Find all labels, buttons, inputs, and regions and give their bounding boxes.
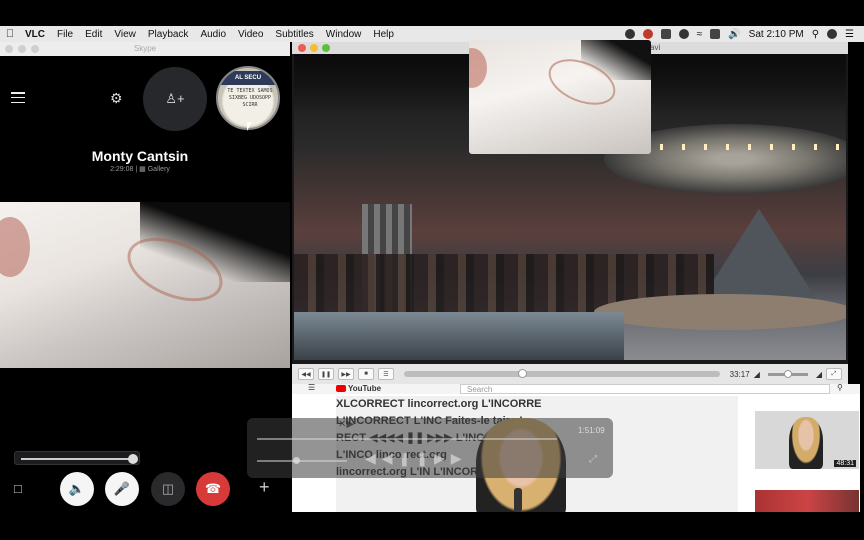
zoom-button[interactable] xyxy=(322,44,330,52)
minimize-button[interactable] xyxy=(18,45,26,53)
clock[interactable]: Sat 2:10 PM xyxy=(749,29,804,40)
pause-button[interactable]: ❚❚ xyxy=(318,368,334,380)
remote-video-feed xyxy=(0,202,290,368)
call-info-separator: | xyxy=(135,166,138,173)
youtube-header: ☰ YouTube Search ⚲ xyxy=(292,384,860,394)
menu-audio[interactable]: Audio xyxy=(195,29,233,40)
video-off-icon: ◫ xyxy=(161,481,175,496)
youtube-logo[interactable]: YouTube xyxy=(336,384,381,393)
hamburger-menu-icon[interactable]: ☰ xyxy=(308,384,315,392)
window-controls xyxy=(5,45,39,53)
gallery-icon: ▦ xyxy=(139,166,146,173)
playlist-button[interactable]: ☰ xyxy=(378,368,394,380)
status-area: ≈ 🔊 Sat 2:10 PM ⚲ ☰ xyxy=(624,29,864,40)
vlc-volume-knob[interactable] xyxy=(783,369,792,378)
apple-icon[interactable]:  xyxy=(0,28,20,40)
vlc-volume-slider[interactable] xyxy=(767,369,808,378)
toggle-video-button[interactable]: ◫ xyxy=(151,472,185,506)
skype-status-icon[interactable] xyxy=(624,29,635,39)
hang-up-icon: ☎ xyxy=(204,481,222,496)
seek-knob[interactable] xyxy=(517,369,527,378)
gear-icon[interactable]: ⚙ xyxy=(110,90,123,107)
close-button[interactable] xyxy=(5,45,13,53)
overlay-volume-knob[interactable] xyxy=(293,457,300,464)
seek-bar[interactable] xyxy=(404,369,720,378)
menu-video[interactable]: Video xyxy=(233,29,270,40)
menu-window[interactable]: Window xyxy=(321,29,369,40)
time-remaining[interactable]: 33:17 xyxy=(730,370,750,379)
thumbnail-person xyxy=(789,417,823,469)
overlay-time: 1:51:09 xyxy=(578,426,605,435)
microphone-icon: 🎤 xyxy=(113,481,131,496)
volume-icon[interactable]: 🔊 xyxy=(728,29,740,40)
avatar-band-text: AL SECU xyxy=(218,71,278,85)
fullscreen-button[interactable]: ⤢ xyxy=(826,368,842,380)
call-duration: 2:29:08 xyxy=(110,166,134,173)
avatar-stamp-text: TE TEXTEX SAMOS SIXBEG UDOSOPP SCIRR xyxy=(227,88,273,108)
search-icon[interactable]: ⚲ xyxy=(837,384,843,392)
vlc-window-title: avi xyxy=(650,43,661,52)
vlc-controls: ◀◀ ❚❚ ▶▶ ■ ☰ 33:17 ◢ ◢ ⤢ xyxy=(292,364,848,384)
chat-icon[interactable]: □ xyxy=(14,481,22,496)
camera-icon[interactable] xyxy=(678,29,689,39)
overlay-volume-bar[interactable] xyxy=(257,460,347,462)
search-input[interactable]: Search xyxy=(460,384,830,394)
call-info: 2:29:08 | ▦ Gallery xyxy=(0,165,280,173)
menu-edit[interactable]: Edit xyxy=(80,29,109,40)
skype-titlebar[interactable]: Skype xyxy=(0,42,290,56)
overlay-seek-bar[interactable] xyxy=(257,438,557,440)
vlc-cone-icon[interactable] xyxy=(660,29,671,39)
menu-playback[interactable]: Playback xyxy=(143,29,196,40)
volume-low-icon: ◢ xyxy=(753,369,760,379)
menu-file[interactable]: File xyxy=(52,29,80,40)
add-person-icon: ♙+ xyxy=(165,91,185,106)
gallery-mode[interactable]: Gallery xyxy=(148,166,170,173)
close-overlay-icon[interactable]: ✕▶ xyxy=(338,419,354,430)
menu-subtitles[interactable]: Subtitles xyxy=(270,29,320,40)
floating-playback-controller[interactable]: ✕▶ 1:51:09 ◀◀❚❚▶▶ ⤢ xyxy=(247,418,613,478)
suggested-video-thumbnail[interactable] xyxy=(755,490,859,512)
stop-button[interactable]: ■ xyxy=(358,368,374,380)
rewind-button[interactable]: ◀◀ xyxy=(298,368,314,380)
wifi-icon[interactable]: ≈ xyxy=(697,29,703,40)
microphone-prop xyxy=(514,488,522,512)
volume-high-icon: ◢ xyxy=(815,369,822,379)
close-button[interactable] xyxy=(298,44,306,52)
youtube-play-icon xyxy=(336,385,346,392)
self-view-video[interactable] xyxy=(469,40,651,154)
speaker-icon: 🔈 xyxy=(68,481,86,496)
speaker-button[interactable]: 🔈 xyxy=(60,472,94,506)
video-duration: 48:31 xyxy=(834,460,856,467)
end-call-button[interactable]: ☎ xyxy=(196,472,230,506)
menu-view[interactable]: View xyxy=(109,29,143,40)
volume-slider-knob[interactable] xyxy=(128,454,138,464)
minimize-button[interactable] xyxy=(310,44,318,52)
add-participant-button[interactable]: ♙+ xyxy=(143,67,207,131)
call-volume-slider[interactable] xyxy=(14,451,140,465)
suggested-video-thumbnail[interactable]: 48:31 xyxy=(755,411,859,469)
app-status-icon[interactable] xyxy=(642,29,653,39)
fast-forward-button[interactable]: ▶▶ xyxy=(338,368,354,380)
notification-center-icon[interactable]: ☰ xyxy=(845,29,854,40)
menu-app-name[interactable]: VLC xyxy=(20,29,52,40)
overlay-transport-icons[interactable]: ◀◀❚❚▶▶ xyxy=(365,450,468,467)
backdrop-row: XLCORRECT lincorrect.org L'INCORRE xyxy=(336,398,542,410)
mouse-cursor-icon xyxy=(247,122,252,131)
zoom-button[interactable] xyxy=(31,45,39,53)
skype-window-title: Skype xyxy=(133,44,157,53)
airplay-icon[interactable] xyxy=(710,29,721,39)
mute-microphone-button[interactable]: 🎤 xyxy=(105,472,139,506)
menu-help[interactable]: Help xyxy=(368,29,401,40)
window-controls xyxy=(298,44,330,52)
hamburger-menu-icon[interactable] xyxy=(11,92,25,103)
overlay-fullscreen-icon[interactable]: ⤢ xyxy=(589,454,597,465)
menu-bar:  VLC File Edit View Playback Audio Vide… xyxy=(0,26,864,42)
youtube-logo-text: YouTube xyxy=(348,384,382,393)
caller-name: Monty Cantsin xyxy=(91,148,189,164)
participant-avatar[interactable]: AL SECU TE TEXTEX SAMOS SIXBEG UDOSOPP S… xyxy=(216,66,280,130)
spotlight-search-icon[interactable]: ⚲ xyxy=(812,29,819,40)
more-options-plus-icon[interactable]: + xyxy=(259,477,270,498)
siri-icon[interactable] xyxy=(827,29,838,39)
